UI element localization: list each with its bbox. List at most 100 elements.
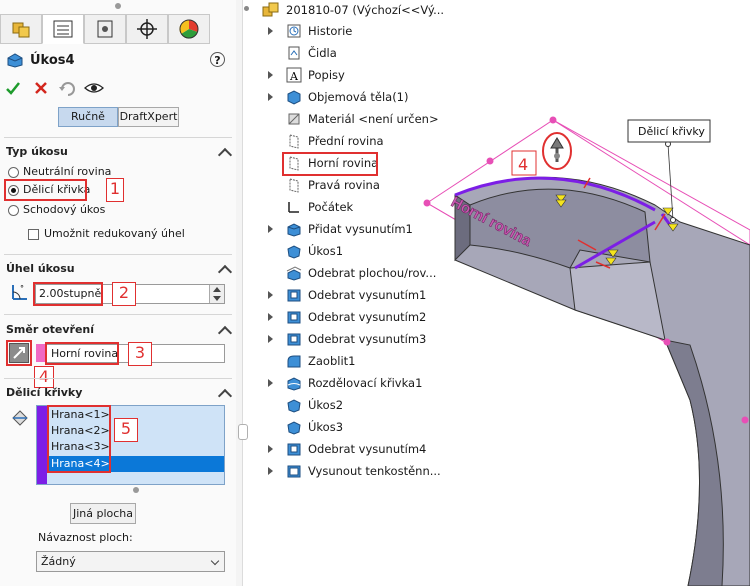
expand-arrow-icon[interactable] [268,27,273,35]
collapse-chevron-icon[interactable] [217,388,233,404]
chevron-down-icon [210,556,220,566]
allow-reduced-angle-checkbox[interactable] [28,229,39,240]
cut-extrude-icon [286,441,302,457]
angle-spinner[interactable] [209,285,224,303]
collapse-chevron-icon[interactable] [217,147,233,163]
cut-extrude-icon [286,287,302,303]
eye-icon[interactable] [84,80,104,96]
callout-box-top-plane [282,152,378,176]
section-draft-angle-title: Úhel úkosu [6,262,75,275]
tree-item-label: Zaoblit1 [308,354,356,368]
tree-item-label: Úkos1 [308,244,344,258]
configuration-icon [97,20,113,38]
other-face-button[interactable]: Jiná plocha [70,503,136,524]
ok-button[interactable] [5,80,21,96]
expand-arrow-icon[interactable] [268,93,273,101]
tree-item-label: Historie [308,24,353,38]
tab-dimxpert-manager[interactable] [126,14,168,44]
collapse-chevron-icon[interactable] [217,325,233,341]
feature-title: Úkos4 [30,53,75,68]
expand-arrow-icon[interactable] [268,445,273,453]
expand-arrow-icon[interactable] [268,225,273,233]
callout-number-1: 1 [106,178,124,202]
annotation-icon: A [286,67,302,83]
callout-number-5: 5 [114,418,138,442]
face-propagation-label: Návaznost ploch: [38,531,133,544]
tree-drag-dot[interactable] [244,6,249,11]
tree-item-label: Odebrat vysunutím4 [308,442,427,456]
viewport-callout-4: 4 [518,155,528,174]
expand-arrow-icon[interactable] [268,379,273,387]
pane-splitter[interactable] [236,0,243,586]
tree-item-label: Úkos3 [308,420,344,434]
expand-arrow-icon[interactable] [268,313,273,321]
expand-arrow-icon[interactable] [268,467,273,475]
svg-text:°: ° [20,284,24,293]
expand-arrow-icon[interactable] [268,71,273,79]
radio-neutral-plane[interactable] [8,167,19,178]
undo-icon[interactable] [58,79,76,97]
list-color-bar [37,406,47,484]
callout-box-4-reverse [6,340,32,366]
tab-property-manager[interactable] [42,14,84,44]
appearance-icon [179,19,199,39]
callout-box-5 [47,405,111,473]
tab-manual[interactable]: Ručně [58,107,118,127]
fillet-icon [286,353,302,369]
expand-arrow-icon[interactable] [268,291,273,299]
tree-item-label: Vysunout tenkostěnn... [308,464,441,478]
tree-item-label: Odebrat vysunutím3 [308,332,427,346]
property-manager: Úkos4 ? Ručně DraftXpert Typ úkosu Neutr… [0,0,237,586]
parting-line-icon [12,410,28,426]
list-resize-handle[interactable] [133,487,139,493]
radio-step-draft-label: Schodový úkos [23,203,106,216]
part-root-icon [262,2,279,17]
callout-number-4: 4 [34,366,54,388]
face-propagation-select[interactable]: Žádný [36,551,225,572]
section-parting-lines-title: Dělicí křivky [6,386,83,399]
tree-item-label: Počátek [308,200,354,214]
tree-item-label: Materiál <není určen> [308,112,439,126]
history-icon [286,23,302,39]
plane-icon [286,133,302,149]
callout-number-2: 2 [112,282,136,306]
section-draft-type-title: Typ úkosu [6,145,68,158]
callout-box-2 [33,282,103,306]
collapse-chevron-icon[interactable] [217,264,233,280]
tree-item-label: Úkos2 [308,398,344,412]
cut-surface-icon [286,265,302,281]
solid-bodies-icon [286,89,302,105]
tab-configuration-manager[interactable] [84,14,126,44]
sensor-icon [286,45,302,61]
extrude-icon [286,221,302,237]
help-button[interactable]: ? [210,52,225,67]
graphics-viewport[interactable]: Horní rovina Dělicí křivky 4 [400,100,750,586]
tree-item-label: Odebrat plochou/rov... [308,266,437,280]
angle-icon: ° [12,284,27,300]
callout-box-3 [45,342,119,365]
drag-handle[interactable] [115,3,121,9]
radio-neutral-plane-label: Neutrální rovina [23,165,112,178]
tree-item-label: Pravá rovina [308,178,380,192]
splitter-grip[interactable] [238,424,248,440]
tree-root-label[interactable]: 201810-07 (Výchozí<<Vý... [286,3,444,17]
tree-item-label: Rozdělovací křivka1 [308,376,423,390]
plane-icon [286,177,302,193]
draft-icon [286,419,302,435]
radio-step-draft[interactable] [8,205,19,216]
cancel-button[interactable] [33,80,49,96]
property-manager-icon [53,20,73,38]
material-icon [286,111,302,127]
expand-arrow-icon[interactable] [268,335,273,343]
tab-feature-manager[interactable] [0,14,42,44]
tree-item-label: Odebrat vysunutím1 [308,288,427,302]
draft-icon [286,243,302,259]
help-icon: ? [214,54,221,67]
tab-draftxpert[interactable]: DraftXpert [118,107,179,127]
svg-text:A: A [289,70,299,83]
cut-extrude-icon [286,309,302,325]
allow-reduced-angle-label: Umožnit redukovaný úhel [44,227,185,240]
tab-display-manager[interactable] [168,14,210,44]
callout-box-1 [4,179,87,201]
tree-item-label: Objemová těla(1) [308,90,409,104]
